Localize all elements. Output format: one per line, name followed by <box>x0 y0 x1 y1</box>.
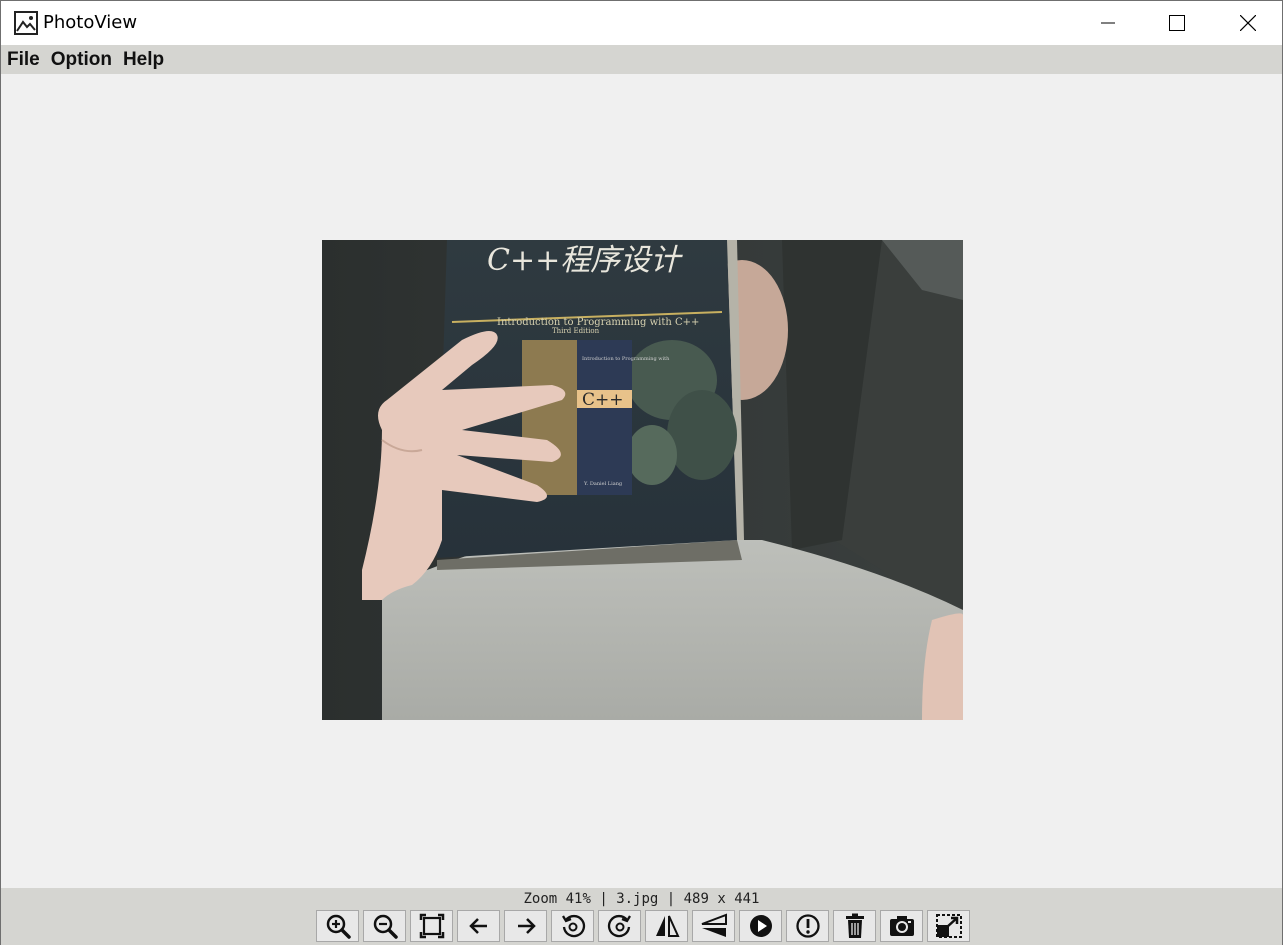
book-edition-text: Third Edition <box>552 327 600 335</box>
info-button[interactable] <box>786 910 829 942</box>
menu-option[interactable]: Option <box>51 49 112 71</box>
flip-horizontal-icon <box>655 915 680 937</box>
screenshot-button[interactable] <box>880 910 923 942</box>
menu-help[interactable]: Help <box>123 49 164 71</box>
slideshow-button[interactable] <box>739 910 782 942</box>
zoom-out-icon <box>373 914 398 939</box>
menu-file[interactable]: File <box>7 49 40 71</box>
flip-vertical-icon <box>701 913 727 937</box>
inner-lang-text: C++ <box>582 390 624 410</box>
bottom-bar: Zoom 41% | 3.jpg | 489 x 441 <box>1 888 1282 945</box>
zoom-in-button[interactable] <box>316 910 359 942</box>
zoom-out-button[interactable] <box>363 910 406 942</box>
resize-icon <box>935 914 962 938</box>
book-title-text: C++程序设计 <box>487 243 683 278</box>
rotate-left-button[interactable] <box>551 910 594 942</box>
inner-title-text: Introduction to Programming with <box>582 356 670 362</box>
rotate-left-icon <box>561 914 585 938</box>
photoview-window: PhotoView File Option Help C++程序设计 Intro… <box>0 0 1283 945</box>
rotate-right-button[interactable] <box>598 910 641 942</box>
next-button[interactable] <box>504 910 547 942</box>
image-canvas[interactable]: C++程序设计 Introduction to Programming with… <box>1 74 1282 888</box>
arrow-left-icon <box>468 918 487 934</box>
window-title: PhotoView <box>43 12 138 33</box>
camera-icon <box>889 916 914 936</box>
minimize-button[interactable] <box>1085 1 1131 45</box>
fit-window-icon <box>419 913 444 939</box>
maximize-icon <box>1169 15 1185 31</box>
menu-bar: File Option Help <box>1 45 1282 74</box>
picture-icon <box>14 11 38 35</box>
flip-vertical-button[interactable] <box>692 910 735 942</box>
info-icon <box>795 914 820 938</box>
delete-button[interactable] <box>833 910 876 942</box>
trash-icon <box>845 913 864 938</box>
play-icon <box>749 915 772 937</box>
maximize-button[interactable] <box>1154 1 1200 45</box>
toolbar <box>316 910 970 942</box>
title-bar: PhotoView <box>1 1 1282 45</box>
flip-horizontal-button[interactable] <box>645 910 688 942</box>
rotate-right-icon <box>607 914 631 938</box>
resize-button[interactable] <box>927 910 970 942</box>
arrow-right-icon <box>517 918 536 934</box>
status-text: Zoom 41% | 3.jpg | 489 x 441 <box>523 891 760 907</box>
author-text: Y. Daniel Liang <box>583 481 623 487</box>
close-icon <box>1240 15 1256 31</box>
close-button[interactable] <box>1225 1 1271 45</box>
fit-window-button[interactable] <box>410 910 453 942</box>
previous-button[interactable] <box>457 910 500 942</box>
photo-image: C++程序设计 Introduction to Programming with… <box>322 240 963 720</box>
minimize-icon <box>1101 22 1115 24</box>
zoom-in-icon <box>326 914 351 939</box>
